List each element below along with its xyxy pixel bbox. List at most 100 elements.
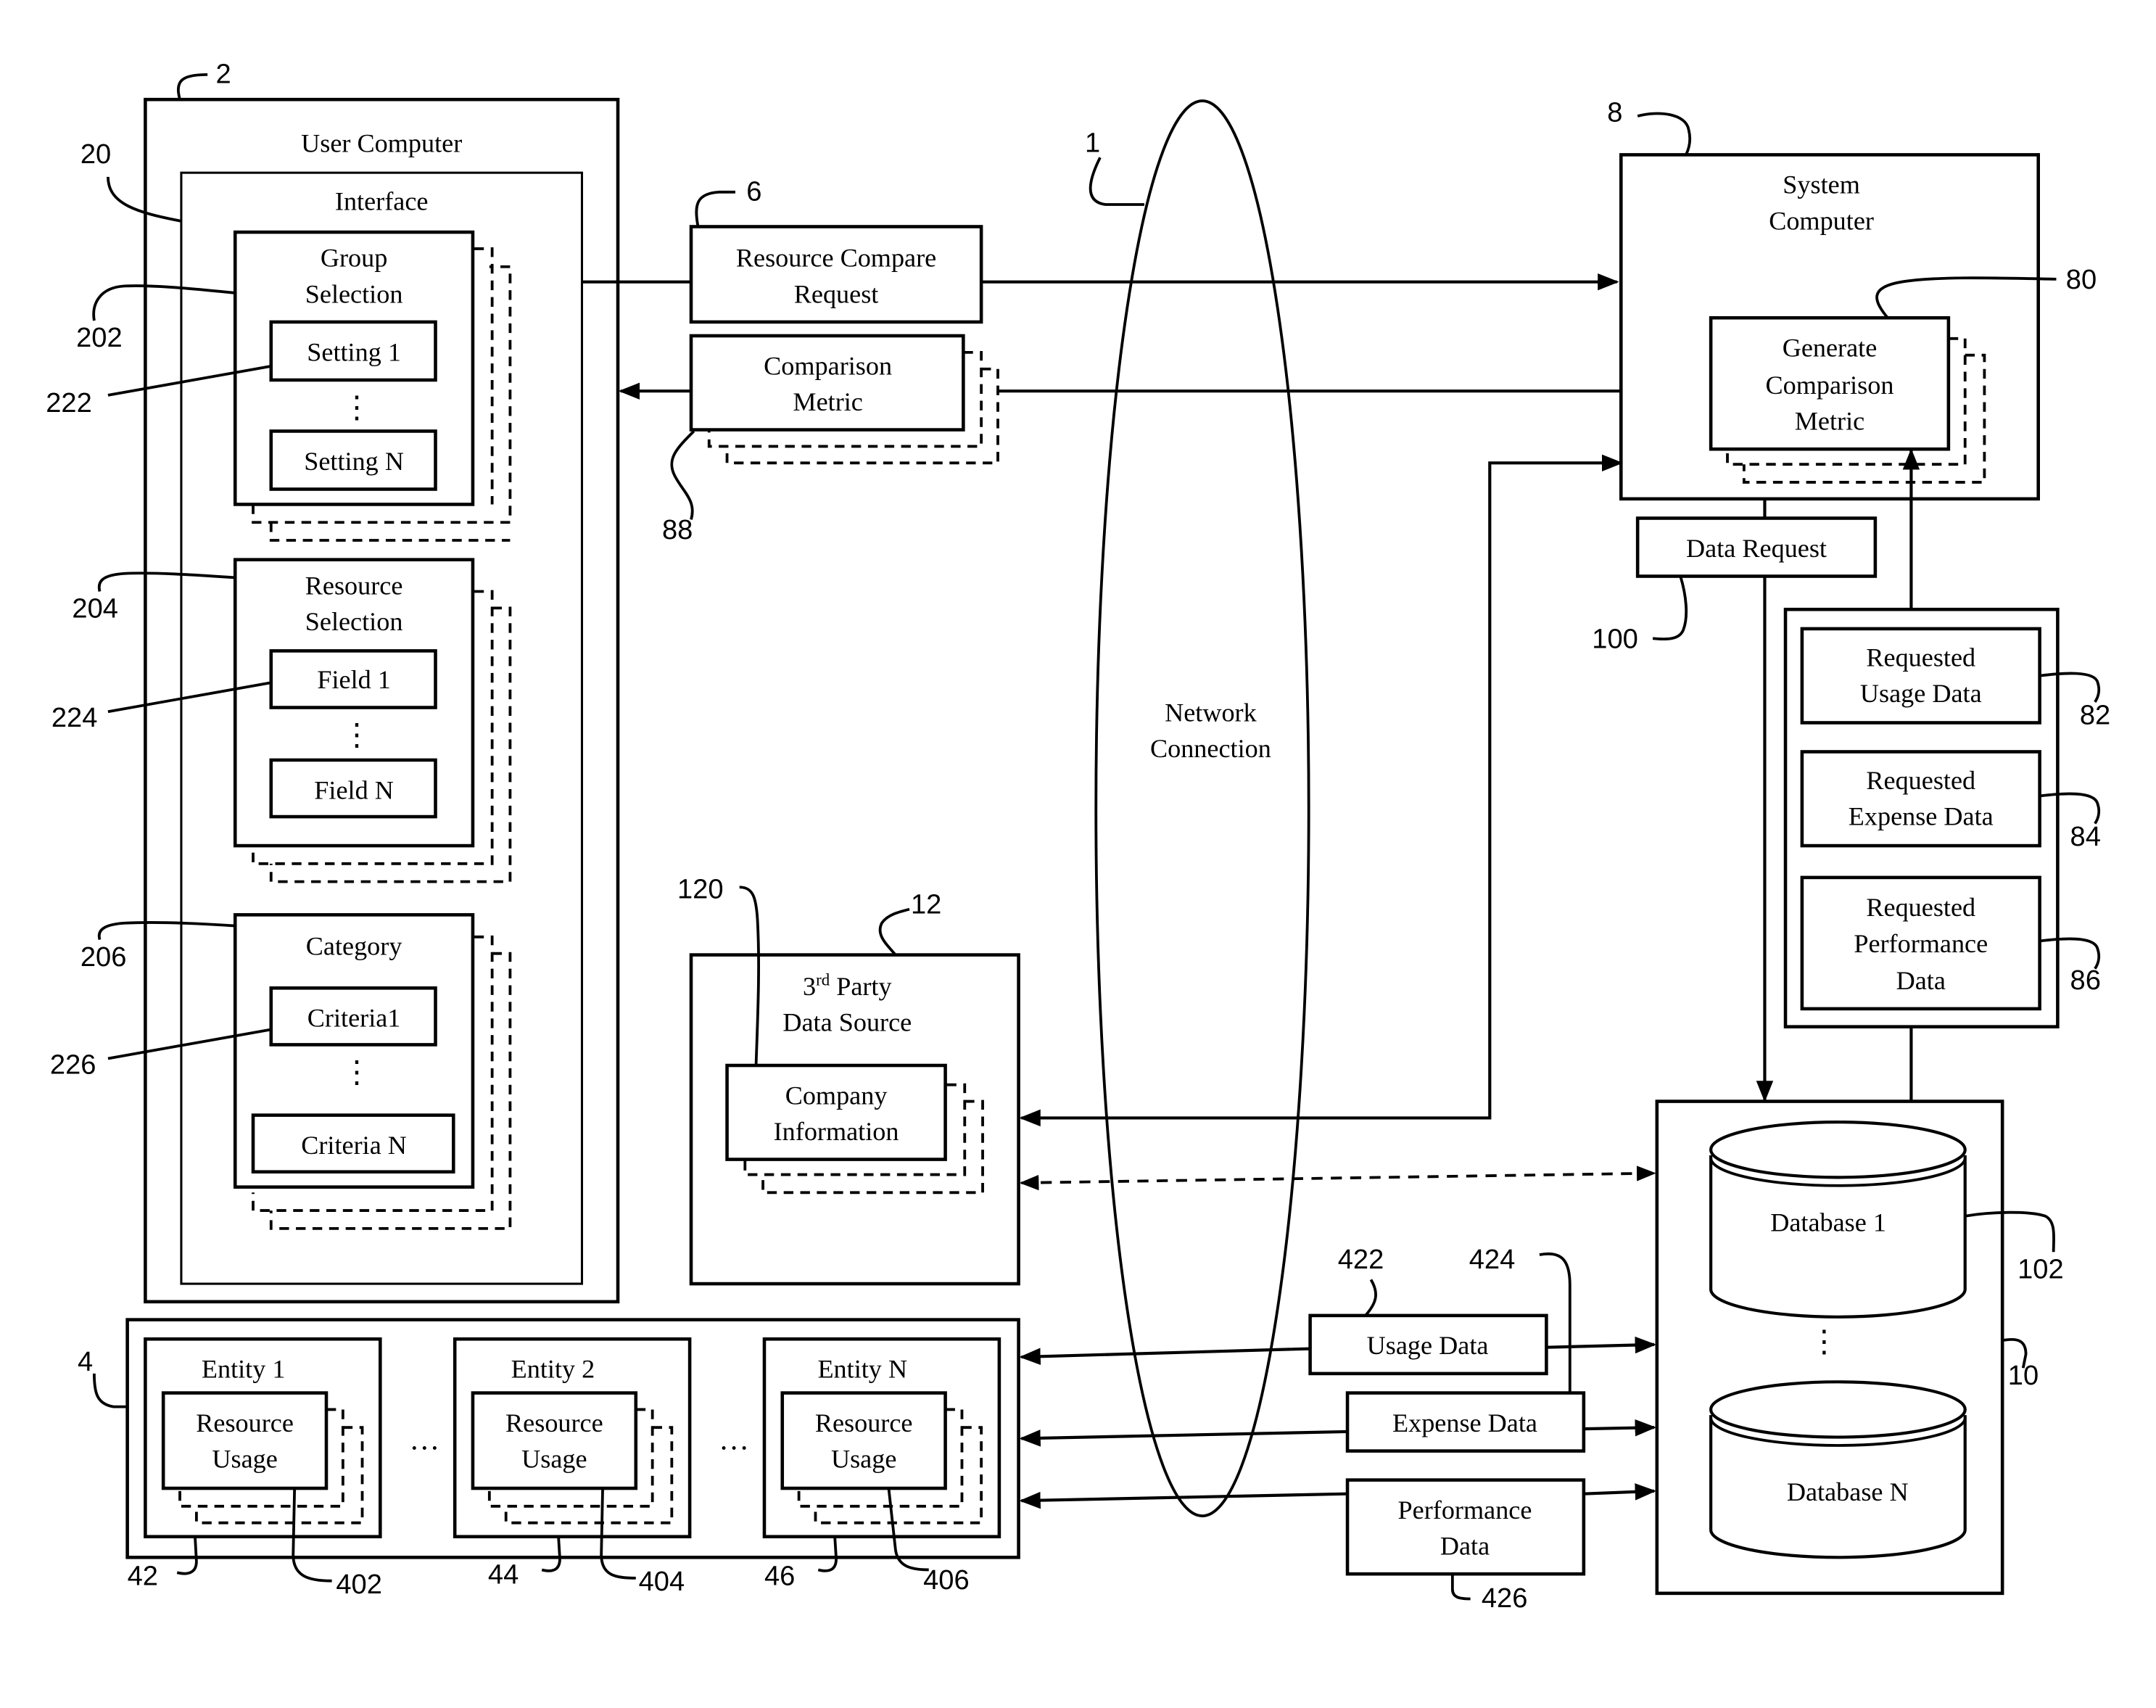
ref-10: 10 [2008, 1361, 2039, 1391]
vertical-ellipsis: ⋮ [342, 719, 372, 752]
generate-line2: Comparison [1766, 371, 1894, 400]
arrow-performance-to-entities [1019, 1491, 1348, 1509]
resource-usage-n-line2: Usage [831, 1444, 896, 1473]
third-party-line2: Data Source [782, 1007, 912, 1036]
ref-leader-4 [92, 1373, 128, 1408]
entity-n-title: Entity N [817, 1355, 907, 1384]
ref-46: 46 [764, 1561, 795, 1591]
vertical-ellipsis: ⋮ [1809, 1325, 1839, 1358]
ref-leader-88 [670, 430, 695, 520]
third-party-data-source: 3rd Party Data Source 12 Company Informa… [677, 874, 1656, 1286]
requested-performance-line3: Data [1896, 966, 1946, 995]
network-label-2: Connection [1150, 734, 1271, 763]
data-transfers: Usage Data 422 Expense Data 424 Performa… [1019, 1245, 1656, 1614]
entity-1: Entity 1 Resource Usage 42 402 [128, 1337, 382, 1600]
ref-leader-6 [695, 190, 735, 227]
database-n-label: Database N [1787, 1477, 1909, 1506]
network-label-1: Network [1165, 698, 1257, 727]
resource-usage-n-box[interactable] [780, 1391, 947, 1490]
ref-204: 204 [72, 594, 118, 624]
resource-selection-title-2: Selection [305, 607, 403, 636]
horizontal-ellipsis: … [409, 1424, 439, 1457]
ref-44: 44 [488, 1560, 519, 1591]
ref-424: 424 [1469, 1245, 1516, 1275]
ref-422: 422 [1338, 1245, 1384, 1275]
resource-usage-1-box[interactable] [161, 1391, 329, 1490]
ref-120: 120 [677, 874, 724, 904]
ref-84: 84 [2070, 822, 2101, 852]
entity-2-title: Entity 2 [511, 1355, 595, 1384]
ref-88: 88 [662, 515, 693, 545]
ref-8: 8 [1607, 98, 1622, 128]
horizontal-ellipsis: … [719, 1424, 749, 1457]
resource-usage-1-line2: Usage [212, 1444, 277, 1473]
ref-2: 2 [216, 59, 231, 89]
category-panel: Category Criteria1 ⋮ Criteria N 206 226 [50, 913, 512, 1230]
ref-leader-422 [1364, 1279, 1377, 1317]
requested-usage-line1: Requested [1866, 643, 1975, 672]
user-computer: User Computer 2 Interface 20 Group Selec… [46, 59, 620, 1304]
system-computer: System Computer 8 Generate Comparison Me… [1607, 98, 2097, 501]
resource-usage-1-line1: Resource [196, 1408, 294, 1437]
requested-expense-line2: Expense Data [1849, 801, 1994, 830]
database-1-top [1709, 1121, 1967, 1179]
group-selection-title-2: Selection [305, 279, 403, 308]
setting-last-label: Setting N [304, 447, 404, 476]
ref-222: 222 [46, 388, 92, 418]
data-request-label: Data Request [1686, 534, 1827, 563]
dashed-arrow-third-party-databases [1019, 1166, 1656, 1191]
entity-1-title: Entity 1 [202, 1355, 286, 1384]
arrow-performance-to-databases [1583, 1483, 1656, 1501]
ref-6: 6 [746, 176, 761, 207]
ref-102: 102 [2017, 1254, 2064, 1284]
resource-usage-2-box[interactable] [471, 1391, 638, 1490]
user-computer-title: User Computer [301, 129, 462, 158]
system-diagram: User Computer 2 Interface 20 Group Selec… [46, 59, 2110, 1614]
company-line1: Company [785, 1081, 888, 1110]
usage-data-label: Usage Data [1367, 1331, 1489, 1360]
ref-42: 42 [128, 1561, 158, 1591]
arrow-system-to-third-party [1019, 454, 1624, 1127]
system-computer-line1: System [1783, 170, 1860, 199]
interface: Interface 20 Group Selection Setting 1 ⋮… [46, 139, 584, 1285]
database-n[interactable]: Database N [1709, 1380, 1967, 1559]
resource-selection-title-1: Resource [305, 571, 403, 600]
company-line2: Information [774, 1117, 899, 1146]
field-first-label: Field 1 [317, 665, 391, 694]
arrow-usage-to-databases [1546, 1336, 1656, 1354]
resource-selection-panel: Resource Selection Field 1 ⋮ Field N 204… [51, 558, 512, 883]
ref-leader-426 [1450, 1574, 1471, 1601]
ref-426: 426 [1482, 1583, 1528, 1614]
ref-leader-12 [878, 907, 910, 956]
database-1-label: Database 1 [1770, 1208, 1886, 1237]
network-ellipse [1094, 99, 1310, 1518]
ref-20: 20 [80, 139, 111, 170]
interface-title: Interface [335, 187, 429, 216]
category-title: Category [306, 932, 402, 961]
ref-leader-1 [1089, 157, 1144, 206]
group-selection-panel: Group Selection Setting 1 ⋮ Setting N 20… [46, 230, 512, 542]
comparison-metric-line2: Metric [793, 387, 862, 416]
expense-data-label: Expense Data [1392, 1408, 1537, 1437]
arrow-usage-to-entities [1019, 1347, 1310, 1366]
resource-usage-2-line2: Usage [521, 1444, 587, 1473]
ref-80: 80 [2066, 265, 2097, 295]
resource-compare-request-line2: Request [794, 279, 879, 308]
field-last-label: Field N [314, 775, 394, 804]
generate-line1: Generate [1783, 334, 1878, 363]
ref-206: 206 [80, 942, 127, 973]
requested-performance-line1: Requested [1866, 893, 1975, 922]
ref-86: 86 [2070, 965, 2101, 996]
database-n-top [1709, 1380, 1967, 1439]
vertical-ellipsis: ⋮ [342, 391, 372, 424]
comparison-metric: Comparison Metric 88 [618, 334, 1711, 545]
requested-performance-line2: Performance [1854, 929, 1988, 958]
ref-82: 82 [2080, 700, 2110, 730]
database-1[interactable]: Database 1 [1709, 1121, 1967, 1319]
ref-406: 406 [923, 1565, 970, 1596]
resource-usage-n-line1: Resource [815, 1408, 913, 1437]
resource-usage-2-line1: Resource [505, 1408, 603, 1437]
ref-100: 100 [1592, 624, 1638, 655]
resource-compare-request: Resource Compare Request 6 [582, 176, 1619, 324]
comparison-metric-line1: Comparison [764, 351, 892, 380]
